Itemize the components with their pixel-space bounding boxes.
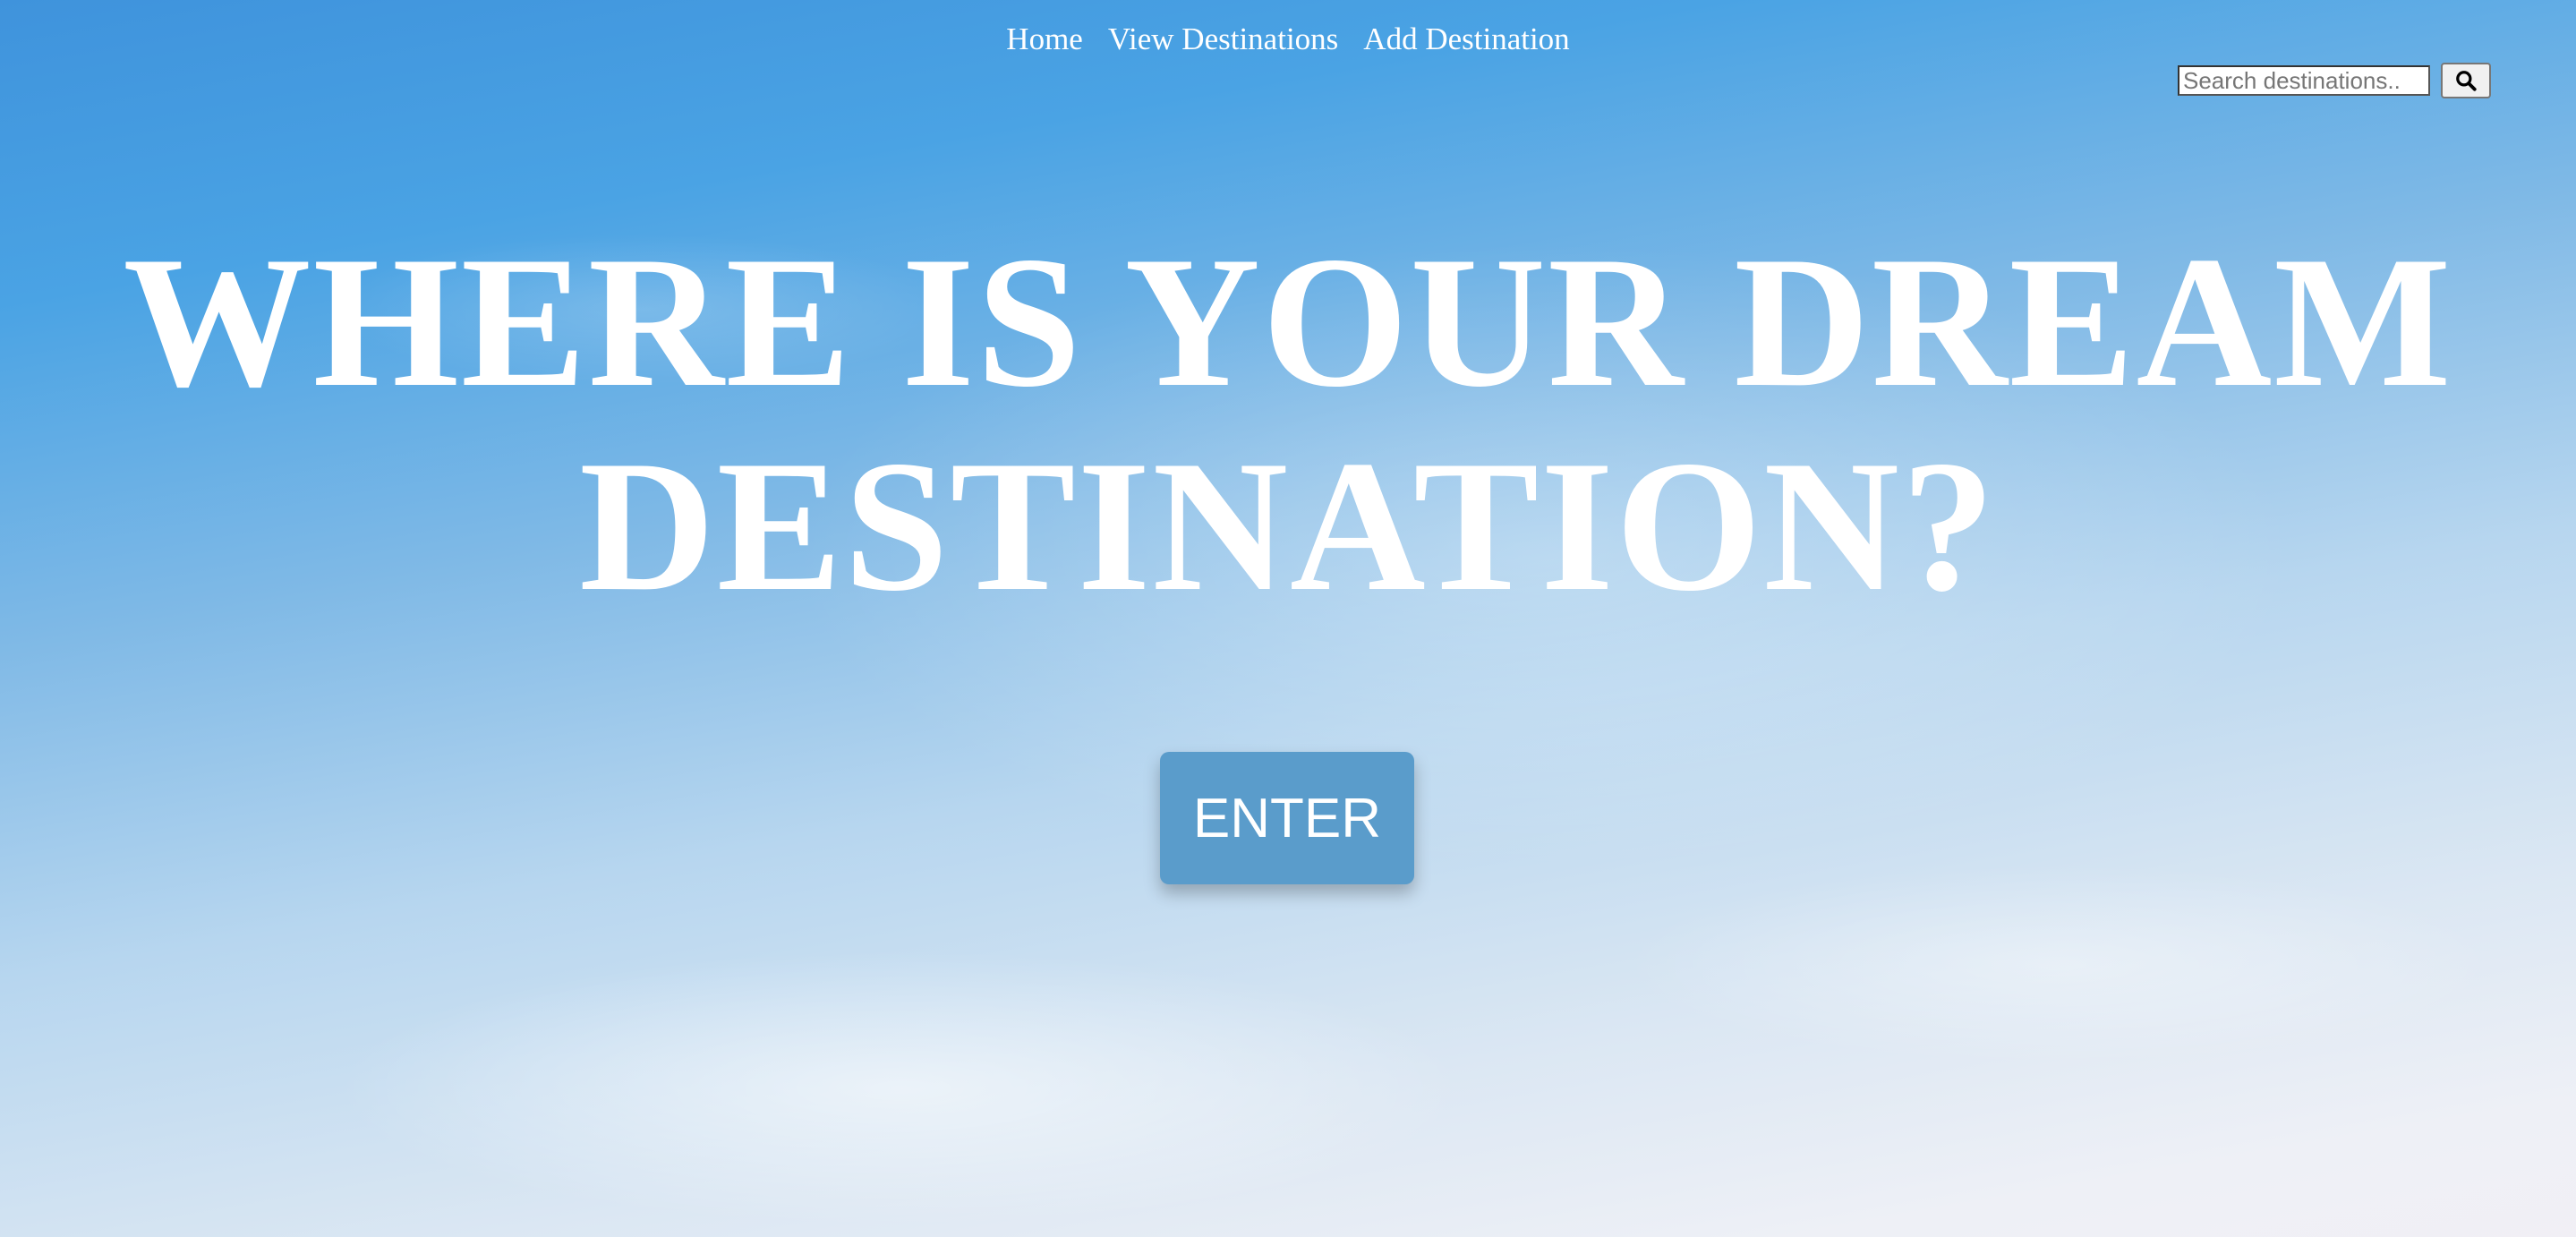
nav-link-home[interactable]: Home <box>1006 21 1083 56</box>
nav-link-add-destination[interactable]: Add Destination <box>1363 21 1569 56</box>
search-bar <box>2178 63 2491 98</box>
top-nav: Home View Destinations Add Destination <box>0 21 2576 57</box>
hero-headline: WHERE IS YOUR DREAM DESTINATION? <box>123 218 2453 630</box>
enter-button[interactable]: ENTER <box>1160 752 1414 884</box>
search-button[interactable] <box>2441 63 2491 98</box>
search-icon <box>2456 71 2477 91</box>
nav-link-view-destinations[interactable]: View Destinations <box>1108 21 1338 56</box>
search-input[interactable] <box>2178 65 2430 96</box>
